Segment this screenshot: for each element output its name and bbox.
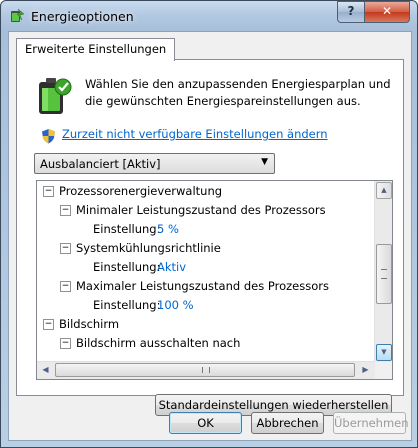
setting-value-link[interactable]: 100 % [157,296,194,315]
setting-label: Einstellung: [93,260,161,274]
scrollbar-corner [375,362,392,379]
dialog-window: Energieoptionen ? ✕ Erweiterte Einstellu… [0,0,418,448]
battery-icon [39,78,72,114]
collapse-toggle-icon[interactable]: − [43,319,54,330]
setting-label: Einstellung: [93,298,161,312]
settings-tree[interactable]: − Prozessorenergieverwaltung − Minimaler Le… [36,180,393,380]
help-button[interactable]: ? [337,1,365,23]
scroll-grip-icon [381,269,387,279]
chevron-down-icon: ▼ [261,157,268,167]
scroll-right-button[interactable]: ▶ [358,363,373,377]
tree-item-label: Bildschirm ausschalten nach [76,336,241,350]
intro-text: Wählen Sie den anzupassenden Energiespar… [85,77,391,108]
power-options-icon [11,8,25,22]
tree-item-label: Bildschirm [59,317,120,331]
title-bar[interactable]: Energieoptionen ? ✕ [1,1,417,31]
horizontal-scroll-thumb[interactable] [55,363,355,377]
window-title: Energieoptionen [31,9,134,24]
power-plan-value: Ausbalanciert [Aktiv] [40,157,161,171]
tree-item-label: Prozessorenergieverwaltung [59,184,223,198]
setting-value-link[interactable]: 5 % [157,220,179,239]
tree-item-label: Minimaler Leistungszustand des Prozessor… [76,203,326,217]
collapse-toggle-icon[interactable]: − [60,338,71,349]
uac-shield-icon [42,129,55,144]
collapse-toggle-icon[interactable]: − [43,186,54,197]
settings-panel: Wählen Sie den anzupassenden Energiespar… [16,59,404,416]
scroll-down-button[interactable]: ▼ [376,344,392,361]
power-plan-select[interactable]: Ausbalanciert [Aktiv] ▼ [34,153,275,174]
apply-button[interactable]: Übernehmen [333,412,409,434]
scroll-up-button[interactable]: ▲ [376,182,392,199]
horizontal-scrollbar[interactable]: ◀ ▶ [37,361,375,379]
collapse-toggle-icon[interactable]: − [60,205,71,216]
tree-item-label: Systemkühlungsrichtlinie [76,241,221,255]
tab-advanced-settings[interactable]: Erweiterte Einstellungen [16,38,176,61]
setting-label: Einstellung: [93,222,161,236]
close-button[interactable]: ✕ [364,1,410,23]
setting-value-link[interactable]: Aktiv [157,258,186,277]
vertical-scrollbar[interactable]: ▲ ▼ [374,181,392,362]
tree-item-label: Maximaler Leistungszustand des Prozessor… [76,279,329,293]
cancel-button[interactable]: Abbrechen [251,412,324,434]
change-unavailable-settings-link[interactable]: Zurzeit nicht verfügbare Einstellungen ä… [62,127,328,141]
scroll-left-button[interactable]: ◀ [38,363,53,377]
collapse-toggle-icon[interactable]: − [60,281,71,292]
vertical-scroll-thumb[interactable] [376,244,392,304]
ok-button[interactable]: OK [169,412,242,434]
dialog-client: Erweiterte Einstellungen Wählen Sie den … [8,31,412,441]
collapse-toggle-icon[interactable]: − [60,243,71,254]
scroll-grip-icon [202,367,210,373]
